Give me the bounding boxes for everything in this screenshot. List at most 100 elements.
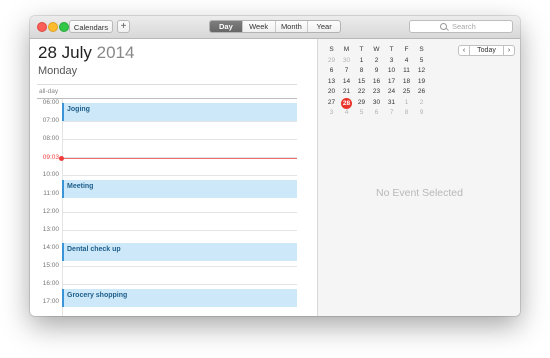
calendar-week-row: 29 30 1 2 3 4 5	[324, 56, 429, 67]
no-event-selected-text: No Event Selected	[376, 187, 463, 199]
view-switcher: Day Week Month Year	[209, 20, 341, 33]
calendar-day[interactable]: 24	[384, 87, 399, 98]
calendar-day[interactable]: 10	[384, 66, 399, 77]
event-block[interactable]: Dental check up	[62, 243, 297, 262]
add-event-button[interactable]: +	[117, 20, 130, 33]
hour-label: 10:00	[42, 171, 59, 179]
calendar-day[interactable]: 27	[324, 98, 339, 109]
calendar-day[interactable]: 11	[399, 66, 414, 77]
calendar-day[interactable]: 17	[384, 77, 399, 88]
calendar-day[interactable]: 13	[324, 77, 339, 88]
calendar-day[interactable]: 19	[414, 77, 429, 88]
calendar-day[interactable]: 23	[369, 87, 384, 98]
calendar-day[interactable]: 16	[369, 77, 384, 88]
calendar-day[interactable]: 6	[324, 66, 339, 77]
weekday-letter: T	[389, 46, 394, 53]
search-placeholder: Search	[452, 22, 476, 31]
tab-week[interactable]: Week	[241, 21, 275, 32]
event-block[interactable]: Meeting	[62, 179, 297, 199]
divider	[37, 84, 297, 85]
hour-gridline	[62, 139, 297, 141]
calendar-day[interactable]: 26	[414, 87, 429, 98]
hour-label: 08:00	[42, 135, 59, 143]
date-navigation: ‹ Today ›	[458, 45, 515, 56]
calendar-day[interactable]: 31	[384, 98, 399, 109]
minimize-window-button[interactable]	[48, 22, 58, 32]
calendar-week-row: 27 28 29 30 31 1 2	[324, 97, 429, 109]
hour-label: 16:00	[42, 280, 59, 287]
calendar-day[interactable]: 7	[339, 66, 354, 77]
calendar-week-row: 6 7 8 9 10 11 12	[324, 66, 429, 77]
search-field[interactable]: Search	[409, 20, 513, 33]
calendar-day[interactable]: 2	[369, 56, 384, 67]
today-button[interactable]: Today	[470, 45, 503, 56]
hour-gridline	[62, 175, 297, 177]
calendar-day[interactable]: 25	[399, 87, 414, 98]
calendar-day[interactable]: 5	[354, 108, 369, 119]
calendar-day[interactable]: 4	[399, 56, 414, 67]
weekday-label: Monday	[38, 65, 78, 77]
tab-day[interactable]: Day	[210, 21, 242, 32]
hour-label: 14:00	[42, 243, 59, 251]
calendar-day-today[interactable]: 28	[339, 97, 354, 109]
event-block[interactable]: Grocery shopping	[62, 288, 297, 307]
calendars-button[interactable]: Calendars	[69, 20, 113, 33]
calendar-day[interactable]: 1	[399, 98, 414, 109]
calendar-day[interactable]: 14	[339, 77, 354, 88]
hour-gridline	[62, 229, 297, 231]
calendar-day[interactable]: 30	[369, 98, 384, 109]
calendar-day[interactable]: 1	[354, 56, 369, 67]
calendar-day[interactable]: 22	[354, 87, 369, 98]
tab-month[interactable]: Month	[274, 21, 308, 32]
event-block[interactable]: Joging	[62, 103, 297, 122]
timeline-grid[interactable]: 06:00 07:00 08:00 10:00 11:00 12:00 13:00 14:00…	[30, 99, 317, 316]
weekday-letter: F	[404, 46, 409, 53]
calendar-day[interactable]: 3	[324, 108, 339, 119]
hour-label: 11:00	[43, 189, 59, 197]
previous-day-button[interactable]: ‹	[458, 45, 470, 56]
hour-gridline	[62, 121, 297, 123]
all-day-label: all-day	[39, 88, 59, 95]
calendar-day[interactable]: 2	[414, 98, 429, 109]
year-text: 2014	[96, 43, 135, 62]
calendar-day[interactable]: 30	[339, 56, 354, 67]
hour-label: 12:00	[42, 207, 59, 215]
next-day-button[interactable]: ›	[503, 45, 515, 56]
hour-label: 07:00	[42, 117, 59, 125]
search-icon	[440, 23, 447, 30]
hour-gridline	[62, 284, 297, 285]
calendar-day[interactable]: 7	[384, 108, 399, 119]
calendar-day[interactable]: 29	[354, 98, 369, 109]
calendar-day[interactable]: 15	[354, 77, 369, 88]
calendar-day[interactable]: 20	[324, 87, 339, 98]
calendar-day[interactable]: 8	[354, 66, 369, 77]
calendar-day[interactable]: 6	[369, 108, 384, 119]
event-title: Dental check up	[67, 246, 121, 254]
zoom-window-button[interactable]	[59, 22, 69, 32]
hour-gridline	[62, 211, 297, 213]
event-title: Meeting	[67, 182, 94, 190]
event-title: Grocery shopping	[67, 291, 128, 299]
calendar-day[interactable]: 12	[414, 66, 429, 77]
tab-year[interactable]: Year	[307, 21, 340, 32]
calendar-week-row: 13 14 15 16 17 18 19	[324, 77, 429, 88]
weekday-letter: W	[373, 46, 380, 53]
calendar-week-row: 3456789	[324, 108, 429, 119]
weekday-letter: T	[359, 46, 364, 53]
calendar-day[interactable]: 9	[369, 66, 384, 77]
calendar-day[interactable]: 5	[414, 56, 429, 67]
hour-label: 06:00	[42, 99, 59, 106]
current-time-line	[62, 158, 297, 160]
calendar-day[interactable]: 21	[339, 87, 354, 98]
calendar-day[interactable]: 8	[399, 108, 414, 119]
calendar-day[interactable]: 3	[384, 56, 399, 67]
calendar-day[interactable]: 18	[399, 77, 414, 88]
calendar-day[interactable]: 4	[339, 108, 354, 119]
current-time-dot	[59, 156, 64, 162]
calendar-day[interactable]: 9	[414, 108, 429, 119]
toolbar: Calendars + Day Week Month Year Search	[30, 16, 520, 39]
weekday-letter: S	[329, 46, 334, 53]
calendar-day[interactable]: 29	[324, 56, 339, 67]
close-window-button[interactable]	[37, 22, 47, 32]
mini-calendar: S M T W T F S 29 30 1 2 3 4 5 6 7 8 9 10 11 12 13 14 15 16 17 18 19…	[324, 45, 429, 119]
